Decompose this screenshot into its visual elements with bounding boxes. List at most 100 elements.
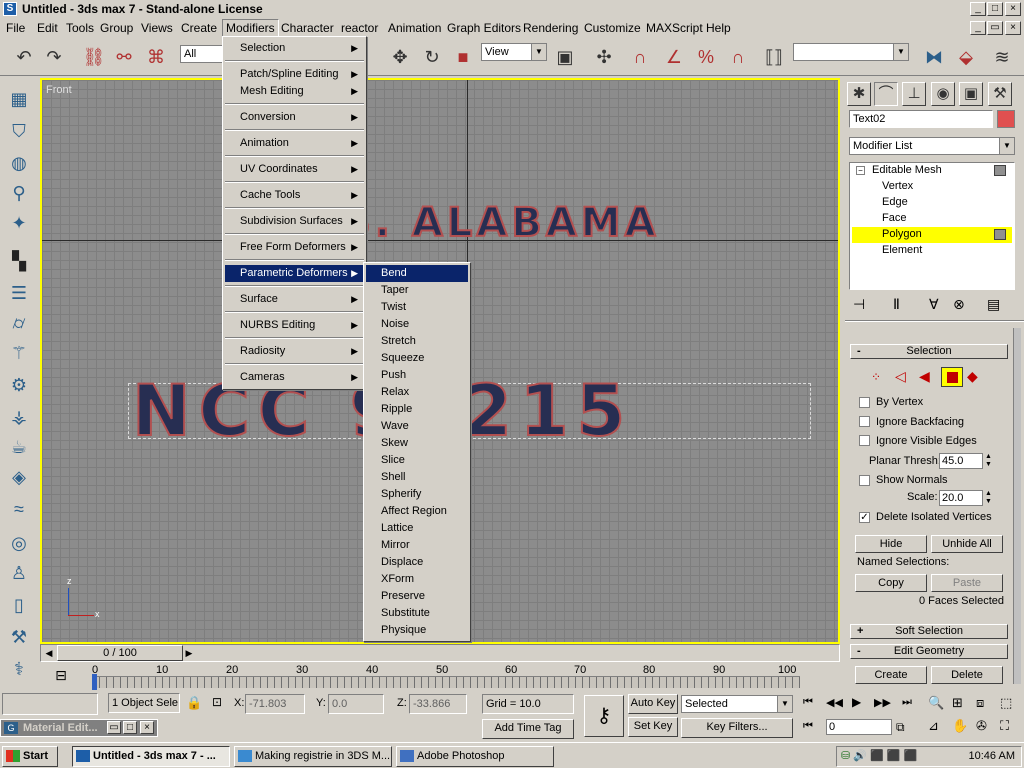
- go-to-end-icon[interactable]: ⏭: [902, 696, 912, 709]
- percent-snap-icon[interactable]: %: [694, 45, 718, 69]
- maxscript-listener-field[interactable]: [2, 693, 98, 715]
- checker-icon[interactable]: ▚: [6, 248, 32, 274]
- stack-subobject-polygon[interactable]: Polygon: [882, 228, 922, 240]
- motion-tab-icon[interactable]: ◉: [931, 82, 955, 106]
- figure-icon[interactable]: ♙: [6, 560, 32, 586]
- sphere-icon[interactable]: ◍: [6, 150, 32, 176]
- boxes-icon[interactable]: ▦: [6, 86, 32, 112]
- menu-item-slice[interactable]: Slice: [366, 452, 468, 469]
- menu-item-xform[interactable]: XForm: [366, 571, 468, 588]
- menu-item-cache-tools[interactable]: Cache Tools ▶: [225, 187, 364, 204]
- stack-subobject-element[interactable]: Element: [882, 244, 922, 256]
- menu-item-surface[interactable]: Surface ▶: [225, 291, 364, 308]
- tray-security-icon[interactable]: ⬛: [887, 750, 901, 762]
- paste-button[interactable]: Paste: [931, 574, 1003, 592]
- x-coordinate-field[interactable]: -71.803: [245, 694, 305, 714]
- modify-tab-icon[interactable]: ⌒: [874, 82, 898, 106]
- edit-geometry-rollout-header[interactable]: - Edit Geometry: [850, 644, 1008, 659]
- scale-spinner[interactable]: 20.0: [939, 490, 983, 506]
- menu-edit[interactable]: Edit: [37, 21, 58, 35]
- viewport-label[interactable]: Front: [46, 84, 72, 96]
- soft-selection-rollout-header[interactable]: + Soft Selection: [850, 624, 1008, 639]
- key-mode-dropdown[interactable]: Selected ▼: [681, 695, 793, 713]
- vertex-subobject-icon[interactable]: ⁘: [871, 370, 881, 384]
- modifier-stack[interactable]: − Editable Mesh Vertex Edge Face Polygon…: [849, 162, 1015, 290]
- menu-item-physique[interactable]: Physique: [366, 622, 468, 639]
- command-panel-scrollbar[interactable]: [1013, 328, 1021, 684]
- spinner-snap-icon[interactable]: ∩: [726, 45, 750, 69]
- time-configuration-icon[interactable]: ⧉: [896, 720, 905, 735]
- collapse-minus-icon[interactable]: −: [856, 166, 865, 175]
- menu-item-selection[interactable]: Selection ▶: [225, 40, 364, 57]
- menu-item-taper[interactable]: Taper: [366, 282, 468, 299]
- arc-rotate-icon[interactable]: ✇: [976, 718, 987, 734]
- select-manipulate-icon[interactable]: ✣: [592, 45, 616, 69]
- menu-tools[interactable]: Tools: [66, 21, 94, 35]
- material-editor-minimized[interactable]: G Material Edit... ▭ □ ×: [0, 719, 158, 737]
- delete-isolated-vertices-checkbox[interactable]: ✓: [859, 512, 870, 523]
- play-icon[interactable]: ▶: [852, 695, 861, 709]
- menu-item-cameras[interactable]: Cameras ▶: [225, 369, 364, 386]
- select-and-link-icon[interactable]: ⛓: [82, 45, 106, 69]
- time-slider-track[interactable]: ◀ 0 / 100 ▶: [40, 644, 840, 662]
- snap-toggle-icon[interactable]: ∩: [628, 45, 652, 69]
- menu-item-animation[interactable]: Animation ▶: [225, 135, 364, 152]
- menu-file[interactable]: File: [6, 21, 25, 35]
- menu-item-skew[interactable]: Skew: [366, 435, 468, 452]
- waves-icon[interactable]: ≈: [6, 496, 32, 522]
- menu-item-relax[interactable]: Relax: [366, 384, 468, 401]
- menu-item-patch-spline-editing[interactable]: Patch/Spline Editing ▶: [225, 66, 364, 83]
- doc-close-button[interactable]: ×: [1005, 21, 1021, 35]
- menu-item-wave[interactable]: Wave: [366, 418, 468, 435]
- box-icon[interactable]: ◈: [6, 464, 32, 490]
- start-button[interactable]: Start: [2, 746, 58, 767]
- key-mode-toggle-icon[interactable]: ⏮: [803, 720, 813, 733]
- lock-selection-icon[interactable]: 🔒: [186, 695, 202, 711]
- zoom-icon[interactable]: 🔍: [928, 695, 944, 711]
- zoom-extents-all-icon[interactable]: ⬚: [1000, 695, 1012, 711]
- menu-item-ripple[interactable]: Ripple: [366, 401, 468, 418]
- menu-item-bend[interactable]: Bend: [366, 265, 468, 282]
- selection-rollout-header[interactable]: - Selection: [850, 344, 1008, 359]
- gear-icon[interactable]: ⚙: [6, 372, 32, 398]
- go-to-start-icon[interactable]: ⏮: [803, 696, 813, 709]
- add-time-tag-button[interactable]: Add Time Tag: [482, 719, 574, 739]
- menu-maxscript[interactable]: MAXScript: [646, 21, 703, 35]
- tripod-icon[interactable]: ⚶: [6, 404, 32, 430]
- display-tab-icon[interactable]: ▣: [959, 82, 983, 106]
- stack-item-editable-mesh[interactable]: Editable Mesh: [872, 164, 942, 176]
- named-selection-dropdown[interactable]: ▼: [793, 43, 909, 61]
- set-key-button[interactable]: Set Key: [628, 717, 678, 737]
- select-and-scale-icon[interactable]: ■: [451, 45, 475, 69]
- object-name-field[interactable]: Text02: [849, 110, 993, 128]
- menu-reactor[interactable]: reactor: [341, 21, 378, 35]
- current-frame-field[interactable]: 0: [826, 719, 892, 735]
- previous-frame-icon[interactable]: ◀◀: [826, 696, 843, 709]
- copy-button[interactable]: Copy: [855, 574, 927, 592]
- pan-icon[interactable]: ✋: [952, 718, 968, 734]
- doc-minimize-button[interactable]: _: [970, 21, 986, 35]
- light-icon[interactable]: ⚲: [6, 180, 32, 206]
- pin-stack-icon[interactable]: ⊣: [853, 296, 865, 313]
- pivot-center-icon[interactable]: ▣: [553, 45, 577, 69]
- doc-restore-button[interactable]: ▭: [987, 21, 1003, 35]
- bone-icon[interactable]: ⚕: [6, 656, 32, 682]
- menu-item-spherify[interactable]: Spherify: [366, 486, 468, 503]
- menu-graph-editors[interactable]: Graph Editors: [447, 21, 521, 35]
- menu-item-mirror[interactable]: Mirror: [366, 537, 468, 554]
- planar-thresh-spinner[interactable]: 45.0: [939, 453, 983, 469]
- menu-item-mesh-editing[interactable]: Mesh Editing ▶: [225, 83, 364, 100]
- menu-item-displace[interactable]: Displace: [366, 554, 468, 571]
- by-vertex-checkbox[interactable]: [859, 397, 870, 408]
- utilities-tab-icon[interactable]: ⚒: [988, 82, 1012, 106]
- menu-help[interactable]: Help: [706, 21, 731, 35]
- menu-item-radiosity[interactable]: Radiosity ▶: [225, 343, 364, 360]
- stack-toggle-icon[interactable]: [994, 229, 1006, 240]
- menu-item-uv-coordinates[interactable]: UV Coordinates ▶: [225, 161, 364, 178]
- stack-toggle-icon[interactable]: [994, 165, 1006, 176]
- current-frame-marker[interactable]: [92, 674, 97, 690]
- absolute-mode-icon[interactable]: ⊡: [212, 695, 222, 709]
- wand-icon[interactable]: ⚚: [6, 340, 32, 366]
- menu-rendering[interactable]: Rendering: [523, 21, 578, 35]
- edit-named-selection-icon[interactable]: ⟦⟧: [762, 45, 786, 69]
